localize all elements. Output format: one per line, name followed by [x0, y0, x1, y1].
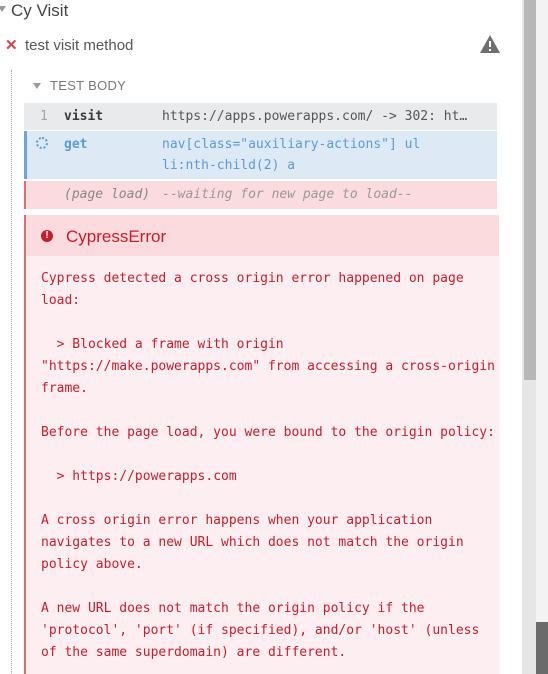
command-number: 1 [40, 109, 48, 124]
close-icon: ✕ [5, 37, 18, 54]
command-name: get [64, 137, 88, 152]
suite-title: Cy Visit [11, 1, 69, 20]
command-row[interactable]: (page load) --waiting for new page to lo… [24, 181, 497, 209]
command-name: visit [64, 109, 104, 124]
warning-icon[interactable] [479, 34, 501, 59]
command-name: (page load) [64, 187, 151, 202]
caret-down-icon [33, 83, 41, 89]
command-message: https://apps.powerapps.com/ -> 302: ht… [162, 109, 468, 124]
command-row[interactable]: 1 visit https://apps.powerapps.com/ -> 3… [24, 103, 497, 130]
error-message: Cypress detected a cross origin error ha… [41, 271, 495, 660]
spinner-icon [36, 137, 48, 149]
command-row[interactable]: get nav[class="auxiliary-actions"] ul li… [24, 131, 497, 179]
command-message: --waiting for new page to load-- [162, 187, 413, 202]
command-message: nav[class="auxiliary-actions"] ul li:nth… [162, 137, 421, 173]
error-icon: ! [41, 230, 53, 242]
error-header: ! CypressError [26, 215, 499, 256]
error-panel: ! CypressError Cypress detected a cross … [24, 215, 499, 674]
right-pane-edge [536, 0, 548, 674]
test-body-label: TEST BODY [50, 78, 127, 93]
test-title: test visit method [25, 37, 134, 54]
right-pane-edge-dark [536, 622, 548, 674]
error-title: CypressError [66, 227, 167, 246]
test-gutter-line [11, 70, 12, 674]
command-log-panel: Cy Visit ✕ test visit method TEST BODY 1… [0, 0, 522, 674]
test-header[interactable]: ✕ test visit method [0, 34, 522, 60]
caret-down-icon [0, 6, 6, 12]
scrollbar-thumb[interactable] [524, 0, 536, 380]
